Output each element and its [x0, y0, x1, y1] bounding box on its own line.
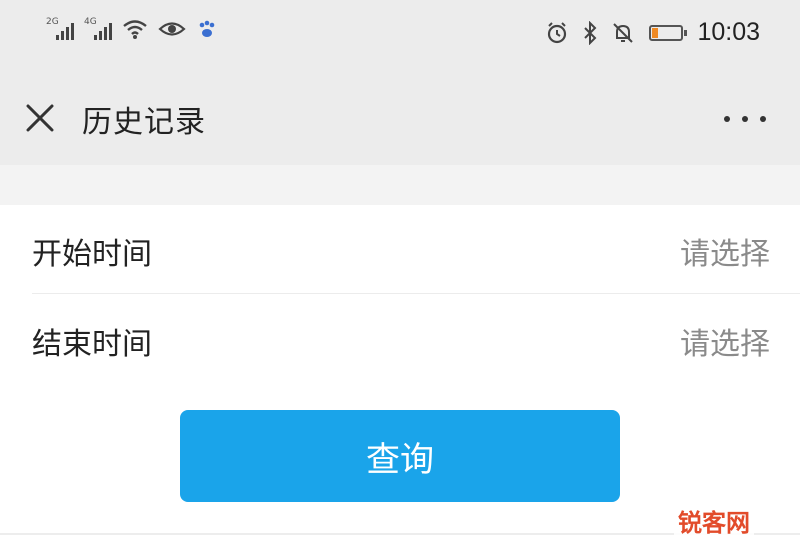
history-form: 开始时间 请选择 结束时间 请选择 查询 [0, 205, 800, 550]
end-time-picker[interactable]: 结束时间 请选择 [0, 295, 800, 383]
end-time-label: 结束时间 [32, 327, 152, 362]
status-bar: 2G 4G 10:03 [0, 0, 800, 70]
close-button[interactable] [20, 98, 60, 138]
start-time-label: 开始时间 [32, 237, 152, 272]
wifi-icon [123, 20, 147, 39]
end-time-value[interactable]: 请选择 [680, 319, 770, 363]
more-icon [742, 116, 748, 122]
section-gap [0, 165, 800, 205]
bluetooth-icon [584, 20, 597, 45]
more-button[interactable] [720, 98, 770, 138]
start-time-picker[interactable]: 开始时间 请选择 [0, 205, 800, 294]
nav-bar: 历史记录 [0, 70, 800, 165]
watermark-logo: 锐客网 [674, 503, 754, 538]
alarm-icon [548, 21, 567, 43]
query-button[interactable]: 查询 [180, 410, 620, 502]
battery-icon [649, 24, 688, 41]
status-right: 10:03 [545, 18, 760, 47]
status-time: 10:03 [697, 18, 760, 46]
battery-fill [652, 27, 659, 38]
close-icon [26, 104, 54, 132]
eye-icon [158, 22, 186, 36]
status-left: 2G 4G [46, 17, 218, 40]
start-time-value[interactable]: 请选择 [680, 229, 770, 273]
signal-tag: 4G [84, 17, 97, 27]
more-icon [724, 116, 730, 122]
divider [32, 293, 800, 294]
paw-icon [199, 20, 215, 37]
mute-icon [613, 22, 634, 43]
more-icon [760, 116, 766, 122]
signal-icon: 4G [84, 17, 112, 40]
signal-icon: 2G [46, 17, 74, 40]
page-title: 历史记录 [82, 105, 206, 140]
signal-tag: 2G [46, 17, 59, 27]
